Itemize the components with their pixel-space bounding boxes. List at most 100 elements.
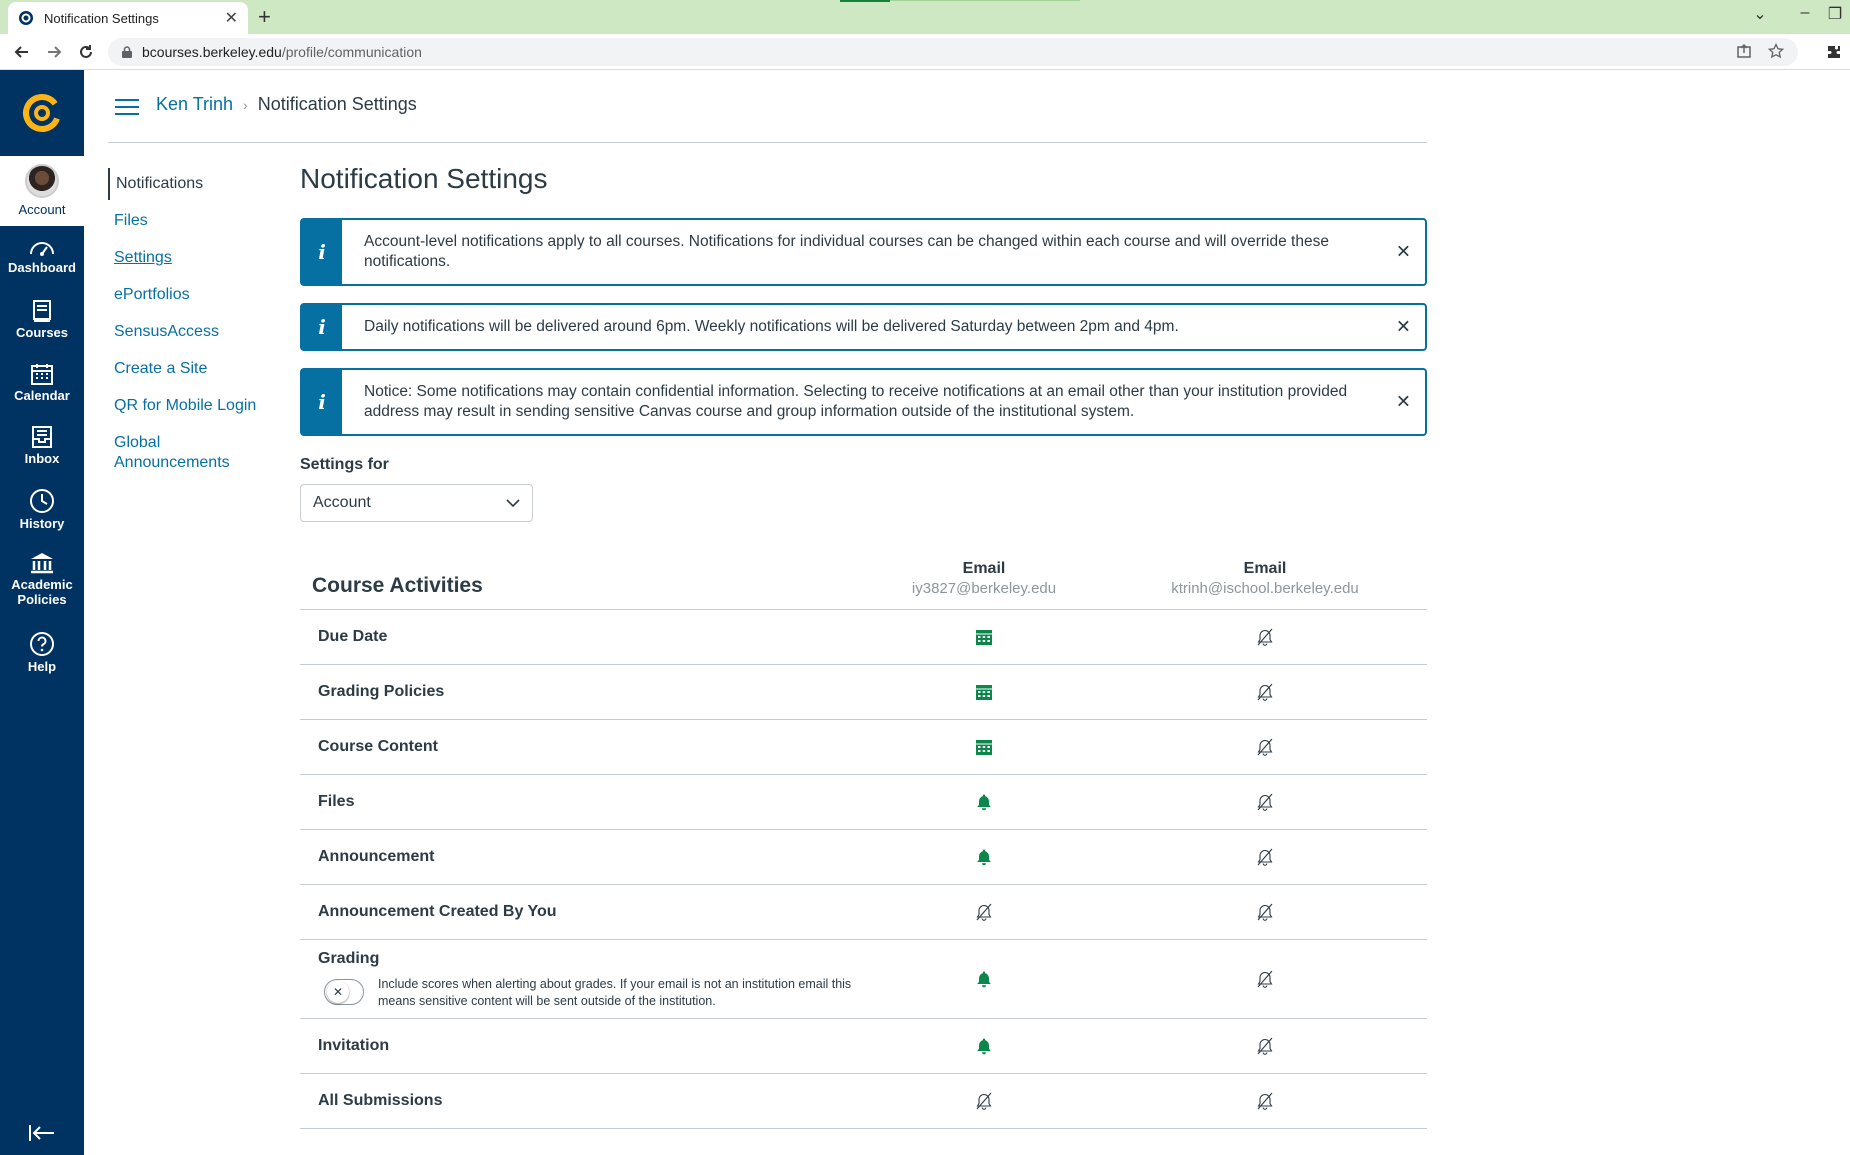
breadcrumb-user-link[interactable]: Ken Trinh: [156, 94, 233, 115]
chevron-down-icon: [506, 499, 520, 507]
tab-search-icon[interactable]: ⌄: [1740, 4, 1780, 24]
bell-icon: [977, 1038, 991, 1055]
subnav-sensusaccess[interactable]: SensusAccess: [108, 316, 278, 348]
global-nav-inbox[interactable]: Inbox: [0, 415, 84, 478]
table-row: All Submissions: [300, 1074, 1427, 1129]
global-nav-label: Calendar: [14, 388, 70, 403]
notification-preference-button[interactable]: [954, 775, 1014, 829]
settings-for-select[interactable]: Account: [300, 484, 533, 522]
notification-preference-button[interactable]: [1235, 665, 1295, 719]
notification-preference-button[interactable]: [954, 940, 1014, 1018]
global-nav-history[interactable]: History: [0, 478, 84, 541]
notification-preference-button[interactable]: [1235, 830, 1295, 884]
canvas-logo-icon: [23, 94, 61, 132]
close-icon[interactable]: ✕: [1396, 392, 1411, 413]
close-icon[interactable]: ✕: [1396, 242, 1411, 263]
subnav-qr-mobile-login[interactable]: QR for Mobile Login: [108, 390, 278, 422]
forward-icon[interactable]: [42, 40, 66, 64]
dashboard-icon: [30, 242, 54, 256]
subnav-settings[interactable]: Settings: [108, 242, 278, 274]
bell-off-icon: [1257, 1092, 1273, 1110]
global-nav-label: Academic Policies: [11, 577, 73, 607]
table-row: Course Content: [300, 720, 1427, 775]
global-nav-courses[interactable]: Courses: [0, 289, 84, 352]
address-bar[interactable]: bcourses.berkeley.edu/profile/communicat…: [108, 38, 1798, 66]
row-label: Grading: [318, 950, 380, 967]
tab-close-icon[interactable]: ✕: [225, 8, 238, 28]
notification-preference-button[interactable]: [1235, 720, 1295, 774]
subnav-eportfolios[interactable]: ePortfolios: [108, 279, 278, 311]
hamburger-menu-icon[interactable]: [114, 97, 140, 117]
include-scores-toggle[interactable]: ✕: [324, 979, 364, 1005]
toggle-off-icon: ✕: [327, 981, 349, 1003]
notification-preference-button[interactable]: [954, 1019, 1014, 1073]
settings-for-value: Account: [313, 494, 371, 511]
calendar-icon: [31, 364, 53, 385]
notification-preference-button[interactable]: [1235, 1074, 1295, 1128]
calendar-daily-icon: [976, 685, 992, 700]
bookmark-star-icon[interactable]: [1768, 43, 1784, 59]
info-icon: i: [302, 220, 342, 284]
notification-preference-button[interactable]: [1235, 1019, 1295, 1073]
alert-text: Account-level notifications apply to all…: [364, 233, 1329, 270]
bell-off-icon: [1257, 738, 1273, 756]
back-icon[interactable]: [10, 40, 34, 64]
subnav-notifications[interactable]: Notifications: [108, 168, 278, 200]
table-row: Grading Policies: [300, 665, 1427, 720]
calendar-daily-icon: [976, 740, 992, 755]
global-nav-help[interactable]: Help: [0, 621, 84, 684]
browser-tab[interactable]: Notification Settings ✕: [8, 2, 248, 34]
global-nav-account-label: Account: [18, 202, 66, 217]
page-header: Ken Trinh › Notification Settings: [108, 70, 1427, 143]
inbox-icon: [32, 426, 52, 448]
global-nav-label: Courses: [15, 325, 69, 340]
subnav-files[interactable]: Files: [108, 205, 278, 237]
share-icon[interactable]: [1736, 43, 1752, 59]
new-tab-icon[interactable]: +: [258, 4, 271, 30]
global-nav: Account Dashboard Courses Calendar Inbox…: [0, 70, 84, 1155]
subnav-create-a-site[interactable]: Create a Site: [108, 353, 278, 385]
info-icon: i: [302, 305, 342, 349]
global-nav-label: Inbox: [24, 451, 60, 466]
avatar: [25, 164, 59, 198]
column-header-label: Email: [962, 560, 1006, 577]
notification-preference-button[interactable]: [954, 1074, 1014, 1128]
url-host: bcourses.berkeley.edu: [142, 44, 282, 60]
canvas-logo[interactable]: [0, 70, 84, 156]
global-nav-calendar[interactable]: Calendar: [0, 352, 84, 415]
notification-preference-button[interactable]: [954, 885, 1014, 939]
alert-text: Daily notifications will be delivered ar…: [364, 318, 1179, 335]
collapse-nav-icon[interactable]: [28, 1123, 56, 1143]
bell-off-icon: [976, 903, 992, 921]
row-label: Files: [318, 793, 355, 810]
global-nav-dashboard[interactable]: Dashboard: [0, 226, 84, 289]
extensions-icon[interactable]: [1826, 44, 1842, 60]
subnav-global-announcements[interactable]: Global Announcements: [108, 427, 258, 479]
bell-off-icon: [976, 1092, 992, 1110]
global-nav-academic-policies[interactable]: Academic Policies: [0, 541, 84, 621]
notification-preference-button[interactable]: [954, 610, 1014, 664]
notification-preference-button[interactable]: [1235, 775, 1295, 829]
notification-preference-button[interactable]: [954, 830, 1014, 884]
bell-icon: [977, 794, 991, 811]
close-icon[interactable]: ✕: [1396, 317, 1411, 338]
notification-preference-button[interactable]: [954, 720, 1014, 774]
table-header: Course Activities Email iy3827@berkeley.…: [300, 560, 1427, 610]
notification-preference-button[interactable]: [954, 665, 1014, 719]
bell-off-icon: [1257, 970, 1273, 988]
help-icon: [30, 632, 54, 656]
reload-icon[interactable]: [74, 40, 98, 64]
notification-preference-button[interactable]: [1235, 940, 1295, 1018]
global-nav-account[interactable]: Account: [0, 156, 84, 226]
main-content: Notification Settings i Account-level no…: [300, 143, 1427, 1149]
tab-indicator-track: [890, 0, 1080, 1]
table-row-partial: [300, 1129, 1427, 1149]
notification-preference-button[interactable]: [1235, 610, 1295, 664]
column-header-address: iy3827@berkeley.edu: [911, 580, 1057, 597]
restore-icon[interactable]: ❐: [1815, 4, 1850, 24]
notification-preference-button[interactable]: [1235, 885, 1295, 939]
courses-icon: [33, 300, 51, 322]
alert-delivery-times: i Daily notifications will be delivered …: [300, 303, 1427, 351]
bell-off-icon: [1257, 793, 1273, 811]
global-nav-label: Help: [27, 659, 57, 674]
